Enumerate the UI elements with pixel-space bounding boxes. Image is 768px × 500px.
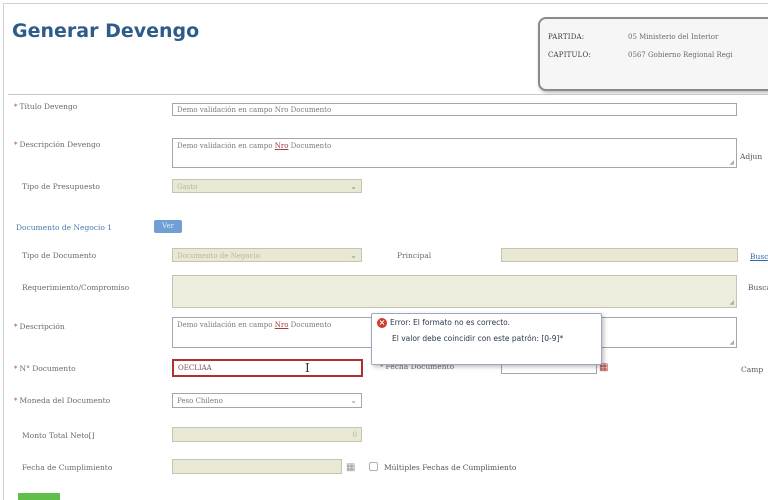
tipo-documento-label: Tipo de Documento xyxy=(22,251,97,260)
capitulo-row: CAPITULO: 0567 Gobierno Regional Regi xyxy=(548,51,733,59)
requerimiento-textarea[interactable]: ◢ xyxy=(172,275,737,308)
required-marker: * xyxy=(14,323,18,331)
calendar-icon[interactable]: ▦ xyxy=(346,462,355,473)
chevron-down-icon: ⌄ xyxy=(350,182,357,191)
descripcion-devengo-label: * Descripción Devengo xyxy=(14,140,100,149)
tipo-documento-select[interactable]: Documento de Negocio ⌄ xyxy=(172,248,362,262)
fecha-cumplimiento-input[interactable] xyxy=(172,459,342,474)
descripcion-value-post: Documento xyxy=(288,321,332,329)
buscar-link[interactable]: Busca xyxy=(750,252,768,261)
partida-label: PARTIDA: xyxy=(548,33,585,41)
campo-label: Camp xyxy=(741,365,764,374)
numero-documento-label: * N° Documento xyxy=(14,364,76,373)
capitulo-label: CAPITULO: xyxy=(548,51,592,59)
monto-label: Monto Total Neto[] xyxy=(22,431,95,440)
principal-input[interactable] xyxy=(501,248,738,262)
descripcion-value-nro: Nro xyxy=(274,321,289,329)
multiples-fechas-checkbox[interactable] xyxy=(369,462,378,471)
resize-handle[interactable]: ◢ xyxy=(729,159,734,166)
ver-tag-button[interactable]: Ver xyxy=(154,220,182,233)
descripcion-devengo-value-pre: Demo validación en campo xyxy=(177,142,275,150)
numero-documento-label-text: N° Documento xyxy=(19,364,76,373)
resize-handle[interactable]: ◢ xyxy=(729,339,734,346)
descripcion-label-text: Descripción xyxy=(19,322,65,331)
descripcion-devengo-label-text: Descripción Devengo xyxy=(19,140,101,149)
save-button-partial[interactable] xyxy=(18,493,60,500)
error-message: El valor debe coincidir con este patrón:… xyxy=(392,334,564,343)
budget-info-box: PARTIDA: 05 Ministerio del Interior CAPIT… xyxy=(538,17,768,91)
titulo-devengo-label-text: Título Devengo xyxy=(19,102,78,111)
titulo-devengo-value: Demo validación en campo Nro Documento xyxy=(177,106,332,114)
descripcion-devengo-value-nro: Nro xyxy=(274,142,289,150)
monto-input[interactable]: 0 xyxy=(172,427,362,442)
monto-value: 0 xyxy=(352,431,357,439)
titulo-devengo-input[interactable]: Demo validación en campo Nro Documento xyxy=(172,103,737,116)
partida-value: 05 Ministerio del Interior xyxy=(628,33,719,41)
adjuntar-label[interactable]: Adjun xyxy=(740,152,762,161)
descripcion-value-pre: Demo validación en campo xyxy=(177,321,275,329)
page-title: Generar Devengo xyxy=(12,20,200,42)
documento-negocio-link[interactable]: Documento de Negocio 1 xyxy=(16,223,112,232)
moneda-select[interactable]: Peso Chileno ⌄ xyxy=(172,393,362,408)
fecha-cumplimiento-label: Fecha de Cumplimiento xyxy=(22,463,113,472)
multiples-fechas-label: Múltiples Fechas de Cumplimiento xyxy=(384,463,517,472)
validation-error-tooltip: × Error: El formato no es correcto. El v… xyxy=(371,313,602,365)
chevron-down-icon: ⌄ xyxy=(350,396,357,405)
text-cursor-icon: I xyxy=(305,361,310,375)
descripcion-label: * Descripción xyxy=(14,322,65,331)
required-marker: * xyxy=(14,141,18,149)
descripcion-devengo-value-post: Documento xyxy=(288,142,332,150)
error-x-icon: × xyxy=(377,318,387,328)
tipo-presupuesto-value: Gasto xyxy=(177,183,198,191)
principal-label: Principal xyxy=(397,251,432,260)
numero-documento-input[interactable]: OECLIAA xyxy=(172,359,363,377)
required-marker: * xyxy=(14,103,18,111)
error-title: Error: El formato no es correcto. xyxy=(390,318,510,327)
partida-row: PARTIDA: 05 Ministerio del Interior xyxy=(548,33,718,41)
descripcion-devengo-textarea[interactable]: Demo validación en campo Nro Documento ◢ xyxy=(172,138,737,168)
capitulo-value: 0567 Gobierno Regional Regi xyxy=(628,51,733,59)
buscar-requerimiento-label[interactable]: Busca xyxy=(748,283,768,292)
header-divider xyxy=(8,94,768,95)
moneda-label-text: Moneda del Documento xyxy=(19,396,111,405)
chevron-down-icon: ⌄ xyxy=(350,251,357,260)
moneda-label: * Moneda del Documento xyxy=(14,396,110,405)
tipo-presupuesto-select[interactable]: Gasto ⌄ xyxy=(172,179,362,193)
tipo-documento-value: Documento de Negocio xyxy=(177,252,260,260)
titulo-devengo-label: * Título Devengo xyxy=(14,102,77,111)
required-marker: * xyxy=(14,397,18,405)
numero-documento-value: OECLIAA xyxy=(178,364,212,372)
moneda-value: Peso Chileno xyxy=(177,397,223,405)
resize-handle[interactable]: ◢ xyxy=(729,299,734,306)
required-marker: * xyxy=(14,365,18,373)
tipo-presupuesto-label: Tipo de Presupuesto xyxy=(22,182,100,191)
requerimiento-label: Requerimiento/Compromiso xyxy=(22,283,130,292)
